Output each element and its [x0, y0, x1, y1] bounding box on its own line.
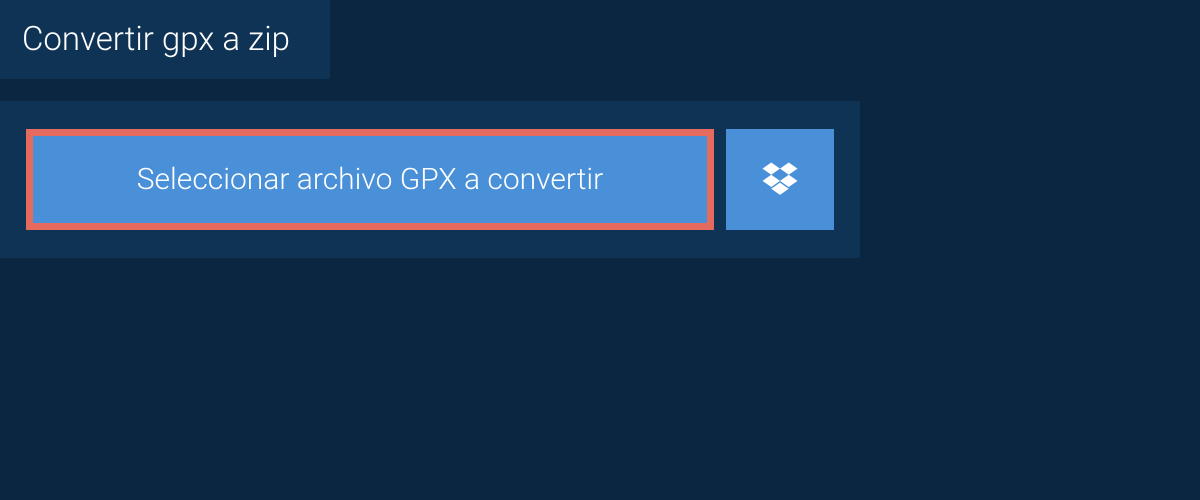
- page-title: Convertir gpx a zip: [22, 20, 290, 59]
- select-file-button[interactable]: Seleccionar archivo GPX a convertir: [26, 129, 714, 230]
- tab-header: Convertir gpx a zip: [0, 0, 330, 79]
- dropbox-button[interactable]: [726, 129, 834, 230]
- upload-panel: Seleccionar archivo GPX a convertir: [0, 101, 860, 258]
- dropbox-icon: [759, 159, 801, 201]
- button-row: Seleccionar archivo GPX a convertir: [26, 129, 834, 230]
